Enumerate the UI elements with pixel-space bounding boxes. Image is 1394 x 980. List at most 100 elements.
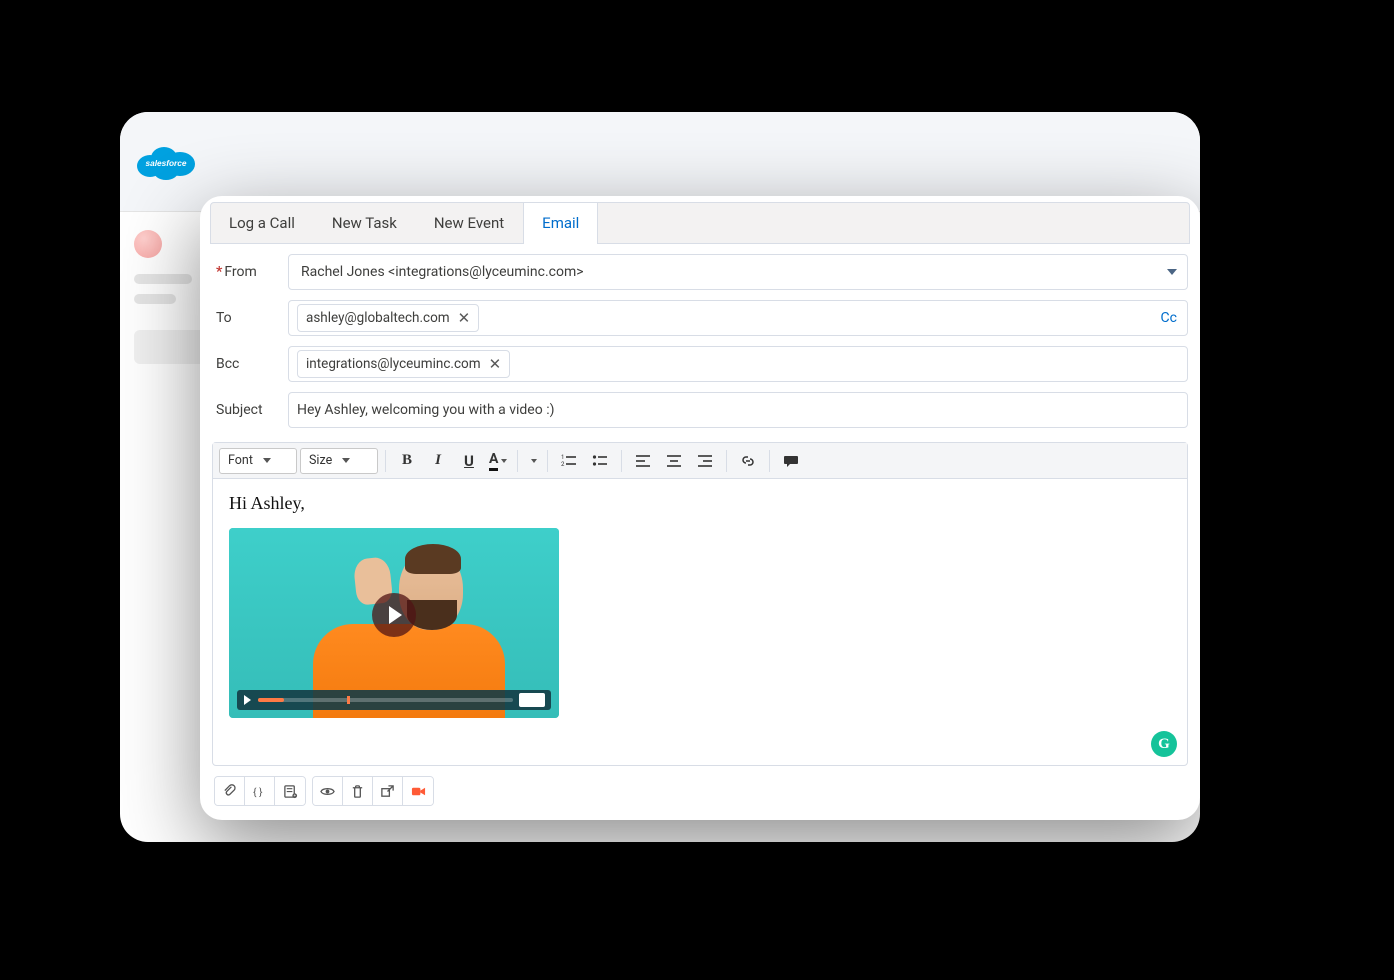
comment-button[interactable] (777, 447, 805, 475)
play-icon[interactable] (372, 593, 416, 637)
video-badge (519, 693, 545, 707)
chevron-down-icon (531, 459, 537, 463)
align-left-icon (635, 453, 651, 469)
italic-button[interactable]: I (424, 447, 452, 475)
email-body-editor[interactable]: Hi Ashley, G (213, 479, 1187, 765)
tab-email[interactable]: Email (523, 203, 598, 244)
toolbar-separator (621, 450, 622, 472)
play-small-icon[interactable] (244, 695, 251, 705)
bcc-label: Bcc (212, 356, 288, 372)
close-icon[interactable]: ✕ (458, 309, 471, 327)
popout-button[interactable] (373, 777, 403, 805)
compose-email-panel: Log a Call New Task New Event Email *Fro… (200, 196, 1200, 820)
paperclip-icon (222, 784, 237, 799)
chevron-down-icon (263, 458, 271, 463)
font-dropdown[interactable]: Font (219, 448, 297, 474)
svg-text:{ }: { } (253, 785, 263, 798)
bullet-list-icon (592, 453, 608, 469)
svg-text:1: 1 (561, 454, 564, 461)
tab-label: New Task (332, 214, 397, 232)
tab-new-task[interactable]: New Task (314, 203, 416, 243)
greeting-line: Hi Ashley, (229, 493, 1171, 514)
to-label: To (212, 310, 288, 326)
insert-merge-button[interactable]: { } (245, 777, 275, 805)
speech-bubble-icon (783, 453, 799, 469)
toolbar-separator (726, 450, 727, 472)
align-left-button[interactable] (629, 447, 657, 475)
from-select[interactable]: Rachel Jones <integrations@lyceuminc.com… (288, 254, 1188, 290)
placeholder-line (134, 294, 176, 304)
chip-text: integrations@lyceuminc.com (306, 356, 481, 372)
toolbar-separator (769, 450, 770, 472)
insert-link-button[interactable] (734, 447, 762, 475)
embedded-video-thumbnail[interactable] (229, 528, 559, 718)
chevron-down-icon (501, 459, 507, 463)
font-dropdown-label: Font (228, 453, 253, 468)
tab-label: Email (542, 214, 579, 232)
template-icon: + (283, 784, 298, 799)
to-row: To ashley@globaltech.com ✕ Cc (212, 300, 1188, 336)
subject-input[interactable]: Hey Ashley, welcoming you with a video :… (288, 392, 1188, 428)
placeholder-line (134, 274, 192, 284)
activity-tab-bar: Log a Call New Task New Event Email (210, 202, 1190, 244)
bcc-row: Bcc integrations@lyceuminc.com ✕ (212, 346, 1188, 382)
subject-value: Hey Ashley, welcoming you with a video :… (297, 402, 554, 418)
eye-icon (320, 784, 335, 799)
from-label: *From (212, 264, 288, 280)
preview-button[interactable] (313, 777, 343, 805)
delete-draft-button[interactable] (343, 777, 373, 805)
compose-footer-actions: { } + (200, 766, 1200, 820)
chevron-down-icon (1167, 269, 1177, 275)
salesforce-logo: salesforce (134, 140, 198, 184)
align-right-button[interactable] (691, 447, 719, 475)
recipient-chip[interactable]: ashley@globaltech.com ✕ (297, 304, 479, 332)
subject-row: Subject Hey Ashley, welcoming you with a… (212, 392, 1188, 428)
attach-file-button[interactable] (215, 777, 245, 805)
tab-log-a-call[interactable]: Log a Call (211, 203, 314, 243)
numbered-list-button[interactable]: 12 (555, 447, 583, 475)
align-center-button[interactable] (660, 447, 688, 475)
chip-text: ashley@globaltech.com (306, 310, 450, 326)
tab-label: New Event (434, 214, 504, 232)
grammarly-glyph: G (1158, 736, 1170, 753)
video-camera-icon (411, 784, 426, 799)
tab-new-event[interactable]: New Event (416, 203, 523, 243)
size-dropdown[interactable]: Size (300, 448, 378, 474)
text-color-icon: A (489, 451, 498, 470)
record-video-button[interactable] (403, 777, 433, 805)
size-dropdown-label: Size (309, 453, 332, 468)
recipient-chip[interactable]: integrations@lyceuminc.com ✕ (297, 350, 510, 378)
trash-icon (350, 784, 365, 799)
editor-toolbar: Font Size B I U A 12 (213, 443, 1187, 479)
to-input[interactable]: ashley@globaltech.com ✕ Cc (288, 300, 1188, 336)
from-row: *From Rachel Jones <integrations@lyceumi… (212, 254, 1188, 290)
numbered-list-icon: 12 (561, 453, 577, 469)
grammarly-badge[interactable]: G (1151, 731, 1177, 757)
underline-button[interactable]: U (455, 447, 483, 475)
close-icon[interactable]: ✕ (489, 355, 502, 373)
avatar (134, 230, 162, 258)
insert-image-button[interactable] (525, 458, 540, 464)
link-icon (740, 453, 756, 469)
add-cc-link[interactable]: Cc (1161, 310, 1177, 326)
svg-text:salesforce: salesforce (145, 158, 186, 168)
video-controls[interactable] (237, 690, 551, 710)
bcc-input[interactable]: integrations@lyceuminc.com ✕ (288, 346, 1188, 382)
toolbar-separator (547, 450, 548, 472)
video-person-hair (405, 544, 461, 574)
popout-icon (380, 784, 395, 799)
toolbar-separator (517, 450, 518, 472)
from-value: Rachel Jones <integrations@lyceuminc.com… (297, 264, 584, 280)
braces-icon: { } (252, 784, 267, 799)
bold-button[interactable]: B (393, 447, 421, 475)
align-right-icon (697, 453, 713, 469)
bullet-list-button[interactable] (586, 447, 614, 475)
chevron-down-icon (342, 458, 350, 463)
align-center-icon (666, 453, 682, 469)
svg-text:2: 2 (561, 461, 565, 468)
text-color-button[interactable]: A (486, 450, 510, 471)
video-progress[interactable] (258, 698, 513, 702)
insert-template-button[interactable]: + (275, 777, 305, 805)
editor-zone: Font Size B I U A 12 (212, 442, 1188, 766)
tab-label: Log a Call (229, 214, 295, 232)
